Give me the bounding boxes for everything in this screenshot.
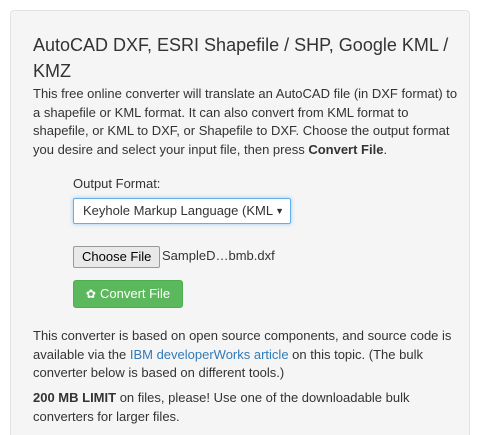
page-title: AutoCAD DXF, ESRI Shapefile / SHP, Googl… bbox=[33, 35, 449, 81]
output-format-select[interactable]: Keyhole Markup Language (KML) ▼ bbox=[73, 198, 291, 224]
intro-text: This free online converter will translat… bbox=[33, 85, 458, 159]
convert-file-button[interactable]: ✿ Convert File bbox=[73, 280, 183, 308]
size-limit-bold: 200 MB LIMIT bbox=[33, 390, 117, 405]
size-limit-text: 200 MB LIMIT on files, please! Use one o… bbox=[33, 389, 458, 426]
convert-button-label: Convert File bbox=[99, 286, 171, 301]
ibm-article-link[interactable]: IBM developerWorks article bbox=[130, 347, 289, 362]
choose-file-button[interactable]: Choose File bbox=[73, 246, 161, 268]
output-format-label: Output Format: bbox=[73, 176, 161, 191]
converter-panel: AutoCAD DXF, ESRI Shapefile / SHP, Googl… bbox=[10, 10, 470, 435]
gear-icon: ✿ bbox=[85, 287, 96, 301]
output-format-value: Keyhole Markup Language (KML) bbox=[83, 203, 273, 218]
intro-bold: Convert File bbox=[308, 141, 384, 157]
chevron-down-icon: ▼ bbox=[275, 206, 284, 216]
description-text: This converter is based on open source c… bbox=[33, 327, 458, 383]
selected-file-name: SampleD…bmb.dxf bbox=[162, 248, 275, 263]
intro-end: . bbox=[383, 141, 388, 157]
intro-body: This free online converter will translat… bbox=[33, 86, 458, 157]
